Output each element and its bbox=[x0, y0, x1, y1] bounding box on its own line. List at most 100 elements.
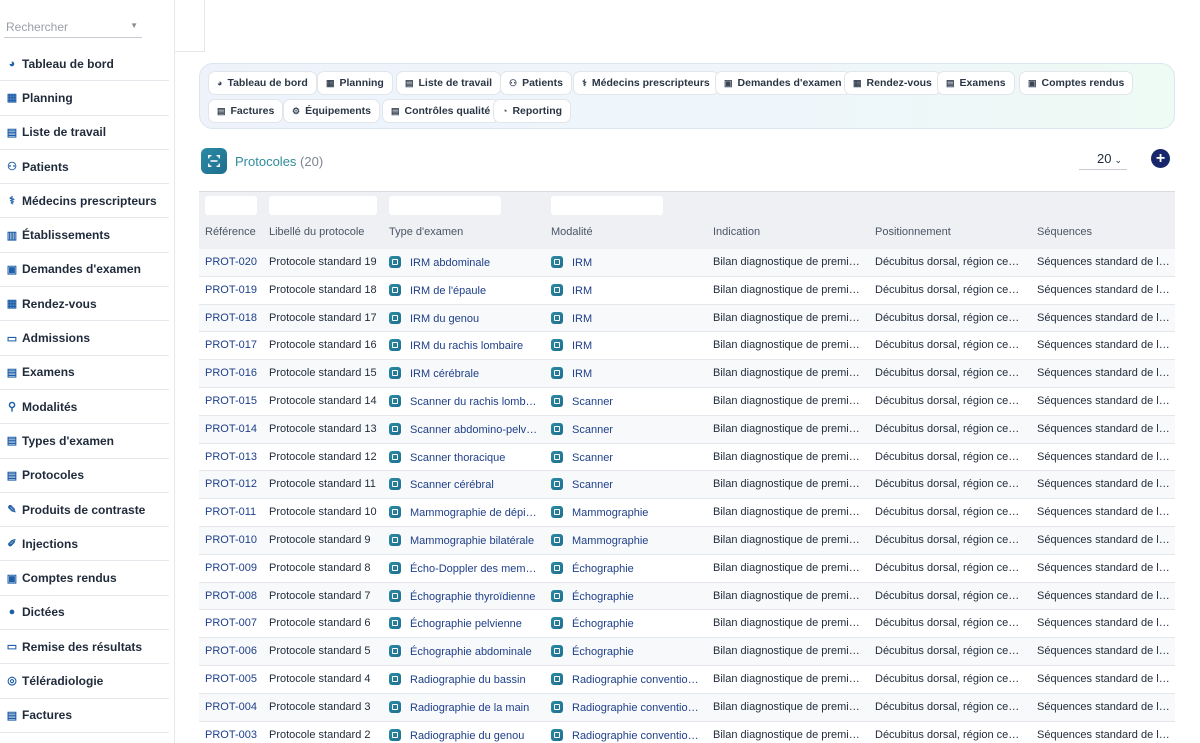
table-row[interactable]: PROT-019 Protocole standard 18 IRM de l'ép… bbox=[199, 277, 1175, 305]
exam-type-cell[interactable]: IRM du rachis lombaire bbox=[389, 339, 539, 352]
reference-cell[interactable]: PROT-003 bbox=[205, 729, 263, 741]
exam-type-cell[interactable]: Scanner abdomino-pelv… bbox=[389, 422, 539, 436]
column-header[interactable]: Indication bbox=[713, 226, 760, 238]
modality-cell[interactable]: Scanner bbox=[551, 478, 703, 491]
quick-link-2[interactable]: ▤ Liste de travail bbox=[396, 71, 502, 95]
sidebar-item-18[interactable]: ◎ Téléradiologie bbox=[0, 664, 169, 699]
modality-cell[interactable]: Échographie bbox=[551, 645, 703, 658]
exam-type-cell[interactable]: Échographie pelvienne bbox=[389, 617, 539, 630]
column-filter-input[interactable] bbox=[551, 196, 663, 215]
quick-link-6[interactable]: ▦ Rendez-vous bbox=[844, 71, 941, 95]
sidebar-item-7[interactable]: ▦ Rendez-vous bbox=[0, 287, 169, 322]
exam-type-cell[interactable]: IRM abdominale bbox=[389, 256, 539, 269]
column-header[interactable]: Modalité bbox=[551, 226, 593, 238]
column-header[interactable]: Positionnement bbox=[875, 226, 951, 238]
exam-type-cell[interactable]: Radiographie de la main bbox=[389, 700, 539, 714]
modality-cell[interactable]: IRM bbox=[551, 283, 703, 297]
exam-type-cell[interactable]: Écho-Doppler des mem… bbox=[389, 561, 539, 575]
exam-type-cell[interactable]: IRM du genou bbox=[389, 311, 539, 325]
reference-cell[interactable]: PROT-015 bbox=[205, 395, 263, 407]
modality-cell[interactable]: Mammographie bbox=[551, 534, 703, 547]
column-header[interactable]: Type d'examen bbox=[389, 226, 463, 238]
table-row[interactable]: PROT-015 Protocole standard 14 Scanner du … bbox=[199, 388, 1175, 416]
quick-link-3[interactable]: ⚇ Patients bbox=[500, 71, 572, 95]
table-row[interactable]: PROT-004 Protocole standard 3 Radiographie… bbox=[199, 693, 1175, 722]
exam-type-cell[interactable]: Échographie thyroïdienne bbox=[389, 589, 539, 603]
exam-type-cell[interactable]: Radiographie du bassin bbox=[389, 673, 539, 686]
sidebar-item-12[interactable]: ▤ Protocoles bbox=[0, 459, 169, 493]
reference-cell[interactable]: PROT-020 bbox=[205, 256, 263, 268]
quick-link-5[interactable]: ▣ Demandes d'examen bbox=[715, 71, 851, 95]
exam-type-cell[interactable]: Mammographie de dépi… bbox=[389, 506, 539, 519]
sidebar-item-13[interactable]: ✎ Produits de contraste bbox=[0, 493, 169, 528]
exam-type-cell[interactable]: Mammographie bilatérale bbox=[389, 534, 539, 547]
reference-cell[interactable]: PROT-012 bbox=[205, 478, 263, 490]
modality-cell[interactable]: Mammographie bbox=[551, 506, 703, 519]
table-row[interactable]: PROT-007 Protocole standard 6 Échographie … bbox=[199, 610, 1175, 639]
reference-cell[interactable]: PROT-009 bbox=[205, 562, 263, 574]
modality-cell[interactable]: IRM bbox=[551, 311, 703, 325]
table-row[interactable]: PROT-012 Protocole standard 11 Scanner cér… bbox=[199, 471, 1175, 500]
column-header[interactable]: Libellé du protocole bbox=[269, 226, 364, 238]
sidebar-item-9[interactable]: ▤ Examens bbox=[0, 356, 169, 390]
table-row[interactable]: PROT-014 Protocole standard 13 Scanner abd… bbox=[199, 415, 1175, 444]
table-row[interactable]: PROT-018 Protocole standard 17 IRM du geno… bbox=[199, 304, 1175, 333]
quick-link-10[interactable]: ⚙ Équipements bbox=[283, 99, 381, 123]
modality-cell[interactable]: Scanner bbox=[551, 395, 703, 408]
sidebar-item-6[interactable]: ▣ Demandes d'examen bbox=[0, 253, 169, 288]
quick-link-8[interactable]: ▣ Comptes rendus bbox=[1019, 71, 1134, 95]
reference-cell[interactable]: PROT-018 bbox=[205, 312, 263, 324]
sidebar-item-5[interactable]: ▥ Établissements bbox=[0, 218, 169, 253]
modality-cell[interactable]: Échographie bbox=[551, 561, 703, 575]
exam-type-cell[interactable]: Radiographie du genou bbox=[389, 728, 539, 742]
column-header[interactable]: Séquences bbox=[1037, 226, 1092, 238]
modality-cell[interactable]: Échographie bbox=[551, 617, 703, 630]
reference-cell[interactable]: PROT-011 bbox=[205, 506, 263, 518]
column-filter-input[interactable] bbox=[389, 196, 501, 215]
reference-cell[interactable]: PROT-013 bbox=[205, 451, 263, 463]
table-row[interactable]: PROT-006 Protocole standard 5 Échographie … bbox=[199, 638, 1175, 666]
exam-type-cell[interactable]: IRM cérébrale bbox=[389, 367, 539, 380]
reference-cell[interactable]: PROT-008 bbox=[205, 590, 263, 602]
reference-cell[interactable]: PROT-005 bbox=[205, 673, 263, 685]
table-row[interactable]: PROT-003 Protocole standard 2 Radiographie… bbox=[199, 722, 1175, 743]
page-size-select[interactable]: 20 ⌄ bbox=[1079, 148, 1127, 170]
sidebar-item-11[interactable]: ▤ Types d'examen bbox=[0, 424, 169, 459]
sidebar-item-10[interactable]: ⚲ Modalités bbox=[0, 390, 169, 425]
column-filter-input[interactable] bbox=[269, 196, 377, 215]
table-row[interactable]: PROT-008 Protocole standard 7 Échographie … bbox=[199, 582, 1175, 611]
modality-cell[interactable]: Radiographie conventio… bbox=[551, 728, 703, 742]
sidebar-item-0[interactable]: ◕ Tableau de bord bbox=[0, 47, 169, 82]
reference-cell[interactable]: PROT-019 bbox=[205, 284, 263, 296]
reference-cell[interactable]: PROT-006 bbox=[205, 645, 263, 657]
modality-cell[interactable]: Scanner bbox=[551, 422, 703, 436]
modality-cell[interactable]: Scanner bbox=[551, 450, 703, 464]
modality-cell[interactable]: IRM bbox=[551, 367, 703, 380]
exam-type-cell[interactable]: Scanner du rachis lomb… bbox=[389, 395, 539, 408]
modality-cell[interactable]: IRM bbox=[551, 256, 703, 269]
table-row[interactable]: PROT-013 Protocole standard 12 Scanner tho… bbox=[199, 444, 1175, 472]
sidebar-item-19[interactable]: ▤ Factures bbox=[0, 699, 169, 733]
search-select[interactable]: Rechercher ▼ bbox=[4, 14, 142, 38]
quick-link-12[interactable]: ◔ Reporting bbox=[493, 99, 572, 123]
sidebar-item-2[interactable]: ▤ Liste de travail bbox=[0, 116, 169, 150]
quick-link-9[interactable]: ▤ Factures bbox=[208, 99, 284, 123]
reference-cell[interactable]: PROT-017 bbox=[205, 339, 263, 351]
table-row[interactable]: PROT-010 Protocole standard 9 Mammographie… bbox=[199, 527, 1175, 555]
sidebar-item-17[interactable]: ▭ Remise des résultats bbox=[0, 630, 169, 665]
exam-type-cell[interactable]: IRM de l'épaule bbox=[389, 283, 539, 297]
quick-link-7[interactable]: ▤ Examens bbox=[937, 71, 1015, 95]
modality-cell[interactable]: IRM bbox=[551, 339, 703, 352]
search-input[interactable]: Rechercher bbox=[6, 20, 68, 34]
quick-link-1[interactable]: ▦ Planning bbox=[317, 71, 393, 95]
modality-cell[interactable]: Échographie bbox=[551, 589, 703, 603]
table-row[interactable]: PROT-005 Protocole standard 4 Radiographie… bbox=[199, 666, 1175, 694]
table-row[interactable]: PROT-016 Protocole standard 15 IRM cérébra… bbox=[199, 360, 1175, 388]
reference-cell[interactable]: PROT-004 bbox=[205, 701, 263, 713]
sidebar-item-3[interactable]: ⚇ Patients bbox=[0, 150, 169, 185]
table-row[interactable]: PROT-009 Protocole standard 8 Écho-Doppler… bbox=[199, 555, 1175, 583]
reference-cell[interactable]: PROT-016 bbox=[205, 367, 263, 379]
table-row[interactable]: PROT-020 Protocole standard 19 IRM abdomin… bbox=[199, 249, 1175, 277]
column-filter-input[interactable] bbox=[205, 196, 257, 215]
chevron-down-icon[interactable]: ▼ bbox=[130, 21, 138, 30]
